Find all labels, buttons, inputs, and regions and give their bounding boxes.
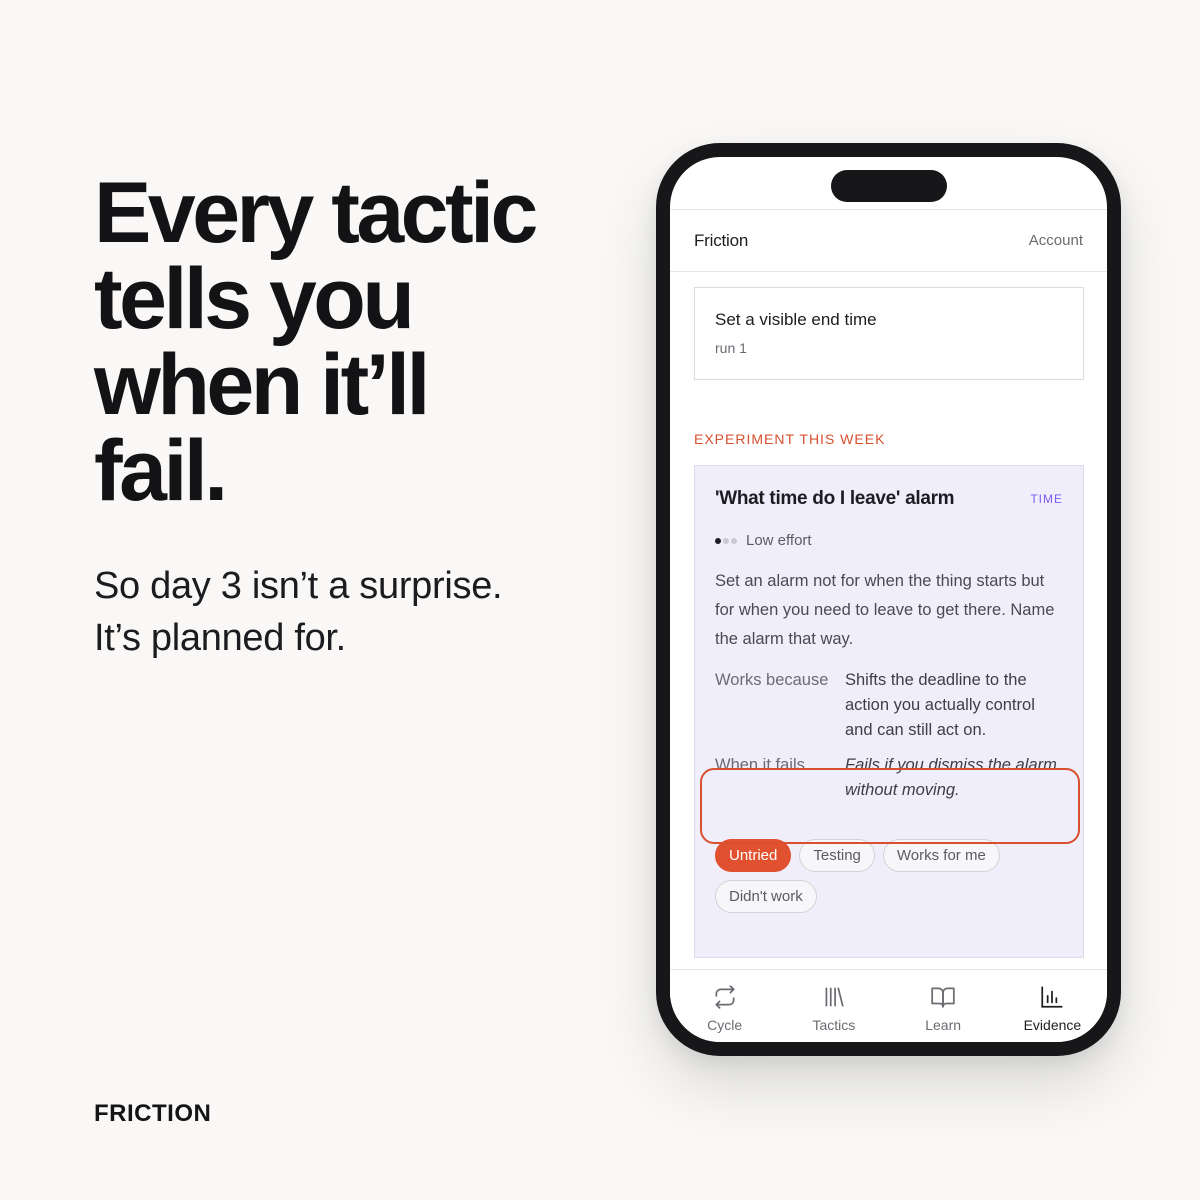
repeat-icon [712,984,738,1017]
effort-dot [715,537,721,544]
effort-dot [731,537,737,544]
effort-indicator: Low effort [715,532,1063,549]
tab-label: Learn [925,1017,962,1033]
current-run-card[interactable]: Set a visible end time run 1 [694,287,1084,380]
library-icon [821,984,847,1017]
works-because-label: Works because [715,671,829,689]
bottom-tab-bar: Cycle Tactics Learn Evidence [670,969,1107,1042]
highlight-outline [700,768,1080,844]
app-header: Friction Account [670,209,1107,272]
brand-logo-text: FRICTION [94,1100,212,1127]
phone-screen: Friction Account Set a visible end time … [670,157,1107,1042]
tab-label: Cycle [707,1017,743,1033]
run-subtitle: run 1 [715,340,747,356]
experiment-description: Set an alarm not for when the thing star… [715,572,1055,648]
dynamic-island [831,170,947,202]
tab-label: Evidence [1023,1017,1082,1033]
app-title[interactable]: Friction [694,231,748,251]
subheadline: So day 3 isn’t a surprise. It’s planned … [94,565,503,659]
tab-cycle[interactable]: Cycle [675,984,775,1042]
account-link[interactable]: Account [1029,232,1083,249]
experiment-title: 'What time do I leave' alarm [715,488,955,509]
works-because-text: Shifts the deadline to the action you ac… [845,671,1035,739]
tab-learn[interactable]: Learn [893,984,993,1042]
phone-frame: Friction Account Set a visible end time … [656,143,1121,1056]
effort-dots-icon [715,537,737,544]
works-because-row: Works because Shifts the deadline to the… [715,668,1063,743]
experiment-card: 'What time do I leave' alarm TIME Low ef… [694,465,1084,958]
status-chip[interactable]: Didn't work [715,880,817,913]
headline: Every tactic tells you when it’ll fail. [94,165,538,519]
tab-tactics[interactable]: Tactics [784,984,884,1042]
category-tag: TIME [1030,492,1063,506]
status-chips: Untried Testing Works for me Didn't work [715,839,1063,913]
effort-dot [723,537,729,544]
tab-label: Tactics [812,1017,856,1033]
bar-chart-icon [1039,984,1065,1017]
section-label: EXPERIMENT THIS WEEK [694,431,886,447]
tab-evidence[interactable]: Evidence [1002,984,1102,1042]
run-title: Set a visible end time [715,310,877,329]
book-open-icon [930,984,956,1017]
effort-label: Low effort [746,532,812,549]
